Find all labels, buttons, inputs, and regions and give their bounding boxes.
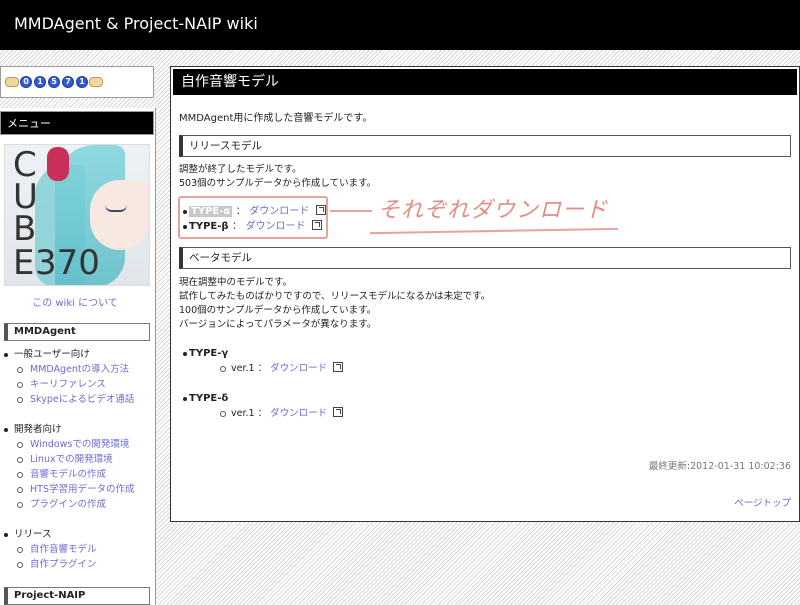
page-title: 自作音響モデル [173,69,797,95]
counter-digit: 0 [20,76,32,88]
type-gamma-row: TYPE-γ [182,347,229,361]
menu-link-own-plugin[interactable]: 自作プラグイン [30,559,97,570]
site-header: MMDAgent & Project-NAIP wiki [0,0,800,50]
annotation-box [178,196,328,239]
access-counter: 0 1 5 7 1 [0,66,154,98]
type-gamma-version-row: ver.1 ： ダウンロード [219,362,344,376]
type-delta-download-link[interactable]: ダウンロード [270,408,327,419]
logo-eye [105,205,127,212]
counter-right-cap [89,77,103,87]
menu-link-plugin[interactable]: プラグインの作成 [30,499,106,510]
beta-heading: ベータモデル [179,247,791,269]
counter-digit: 1 [76,76,88,88]
type-delta-label: TYPE-δ [189,393,229,404]
beta-description: 現在調整中のモデルです。 試作してみたものばかりですので、リリースモデルになるか… [179,277,491,330]
menu-link-key-reference[interactable]: キーリファレンス [30,379,106,390]
menu-group-dev: 開発者向け [0,422,155,437]
type-gamma-label: TYPE-γ [189,348,229,359]
release-description: 調整が終了したモデルです。 503個のサンプルデータから作成しています。 [179,164,377,189]
page-top-link[interactable]: ページトップ [734,495,791,509]
section-mmdagent[interactable]: MMDAgent [4,323,150,341]
external-link-icon [333,362,344,372]
type-gamma-download-link[interactable]: ダウンロード [270,363,327,374]
logo-number-text: 370 [35,243,100,283]
type-delta-version-row: ver.1 ： ダウンロード [219,407,344,421]
annotation-connector [330,210,372,212]
logo-letter-e: E [13,243,35,283]
counter-digit: 1 [34,76,46,88]
last-updated: 最終更新:2012-01-31 10:02:36 [648,461,791,472]
menu-link-skype[interactable]: Skypeによるビデオ通話 [30,394,134,405]
menu-link-install[interactable]: MMDAgentの導入方法 [30,364,129,375]
intro-text: MMDAgent用に作成した音響モデルです。 [179,113,373,124]
cube370-logo[interactable]: C U B E 370 [4,144,150,286]
logo-face [90,180,149,250]
menu-link-acoustic-model[interactable]: 音響モデルの作成 [30,469,106,480]
menu-group-user: 一般ユーザー向け [0,347,155,362]
section-project-naip[interactable]: Project-NAIP [4,587,150,605]
mmdagent-menu: 一般ユーザー向け MMDAgentの導入方法 キーリファレンス Skypeによる… [0,347,155,572]
sidebar-menu: メニュー C U B E 370 この wiki について MMDAgent 一… [0,108,156,605]
site-title[interactable]: MMDAgent & Project-NAIP wiki [14,14,258,33]
external-link-icon [333,407,344,417]
annotation-text: それぞれダウンロード [378,198,609,223]
counter-digit: 5 [48,76,60,88]
about-wiki-link[interactable]: この wiki について [32,298,118,309]
type-delta-row: TYPE-δ [182,392,229,406]
menu-header: メニュー [0,111,154,135]
counter-digit: 7 [62,76,74,88]
menu-group-release: リリース [0,527,155,542]
menu-link-linux-dev[interactable]: Linuxでの開発環境 [30,454,113,465]
main-content: 自作音響モデル MMDAgent用に作成した音響モデルです。 リリースモデル 調… [170,66,800,522]
logo-headset [47,147,69,181]
menu-link-hts-data[interactable]: HTS学習用データの作成 [30,484,134,495]
menu-link-windows-dev[interactable]: Windowsでの開発環境 [30,439,129,450]
counter-left-cap [5,77,19,87]
menu-link-own-acoustic-model[interactable]: 自作音響モデル [30,544,97,555]
logo-text: C U B [13,145,38,249]
type-gamma-version: ver.1 [231,363,255,374]
type-delta-version: ver.1 [231,408,255,419]
release-heading: リリースモデル [179,135,791,157]
